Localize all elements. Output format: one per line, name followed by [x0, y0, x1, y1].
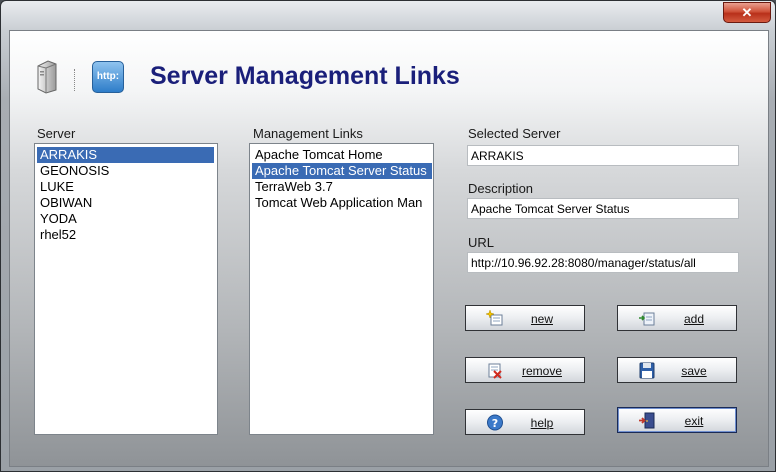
add-button-label: add [683, 312, 705, 326]
new-button-label: new [530, 312, 553, 326]
help-button[interactable]: ? help [465, 409, 585, 435]
server-list-label: Server [37, 126, 76, 141]
page-title: Server Management Links [150, 62, 460, 90]
selected-server-field[interactable]: ARRAKIS [467, 145, 739, 166]
save-button[interactable]: save [617, 357, 737, 383]
exit-button-label: exit [684, 414, 704, 428]
header-divider [74, 69, 76, 91]
links-listbox[interactable]: Apache Tomcat Home Apache Tomcat Server … [249, 143, 434, 435]
url-label: URL [468, 235, 495, 250]
link-list-item[interactable]: Apache Tomcat Server Status [252, 163, 432, 179]
remove-button[interactable]: remove [465, 357, 585, 383]
server-list-item[interactable]: LUKE [37, 179, 217, 195]
links-list-label: Management Links [253, 126, 363, 141]
title-bar[interactable] [1, 1, 775, 31]
server-listbox[interactable]: ARRAKIS GEONOSIS LUKE OBIWAN YODA rhel52 [34, 143, 218, 435]
url-field[interactable]: http://10.96.92.28:8080/manager/status/a… [467, 252, 739, 273]
help-button-label: help [530, 416, 554, 430]
server-list-item[interactable]: YODA [37, 211, 217, 227]
http-icon: http: [92, 61, 124, 93]
link-list-item[interactable]: Tomcat Web Application Man [252, 195, 433, 211]
selected-server-label: Selected Server [468, 126, 561, 141]
description-label: Description [468, 181, 534, 196]
server-tower-icon [37, 60, 57, 94]
exit-button[interactable]: exit [617, 407, 737, 433]
server-list-item[interactable]: OBIWAN [37, 195, 217, 211]
add-button[interactable]: add [617, 305, 737, 331]
dialog-body: http: Server Management Links Server ARR… [9, 30, 769, 467]
save-button-label: save [681, 364, 707, 378]
remove-button-label: remove [521, 364, 562, 378]
app-window: ✕ http: Server Management Links Server A… [0, 0, 776, 472]
server-list-item[interactable]: ARRAKIS [37, 147, 214, 163]
close-button[interactable]: ✕ [723, 2, 771, 23]
server-list-item[interactable]: GEONOSIS [37, 163, 217, 179]
new-button[interactable]: new [465, 305, 585, 331]
link-list-item[interactable]: TerraWeb 3.7 [252, 179, 433, 195]
description-field[interactable]: Apache Tomcat Server Status [467, 198, 739, 219]
link-list-item[interactable]: Apache Tomcat Home [252, 147, 433, 163]
server-list-item[interactable]: rhel52 [37, 227, 217, 243]
